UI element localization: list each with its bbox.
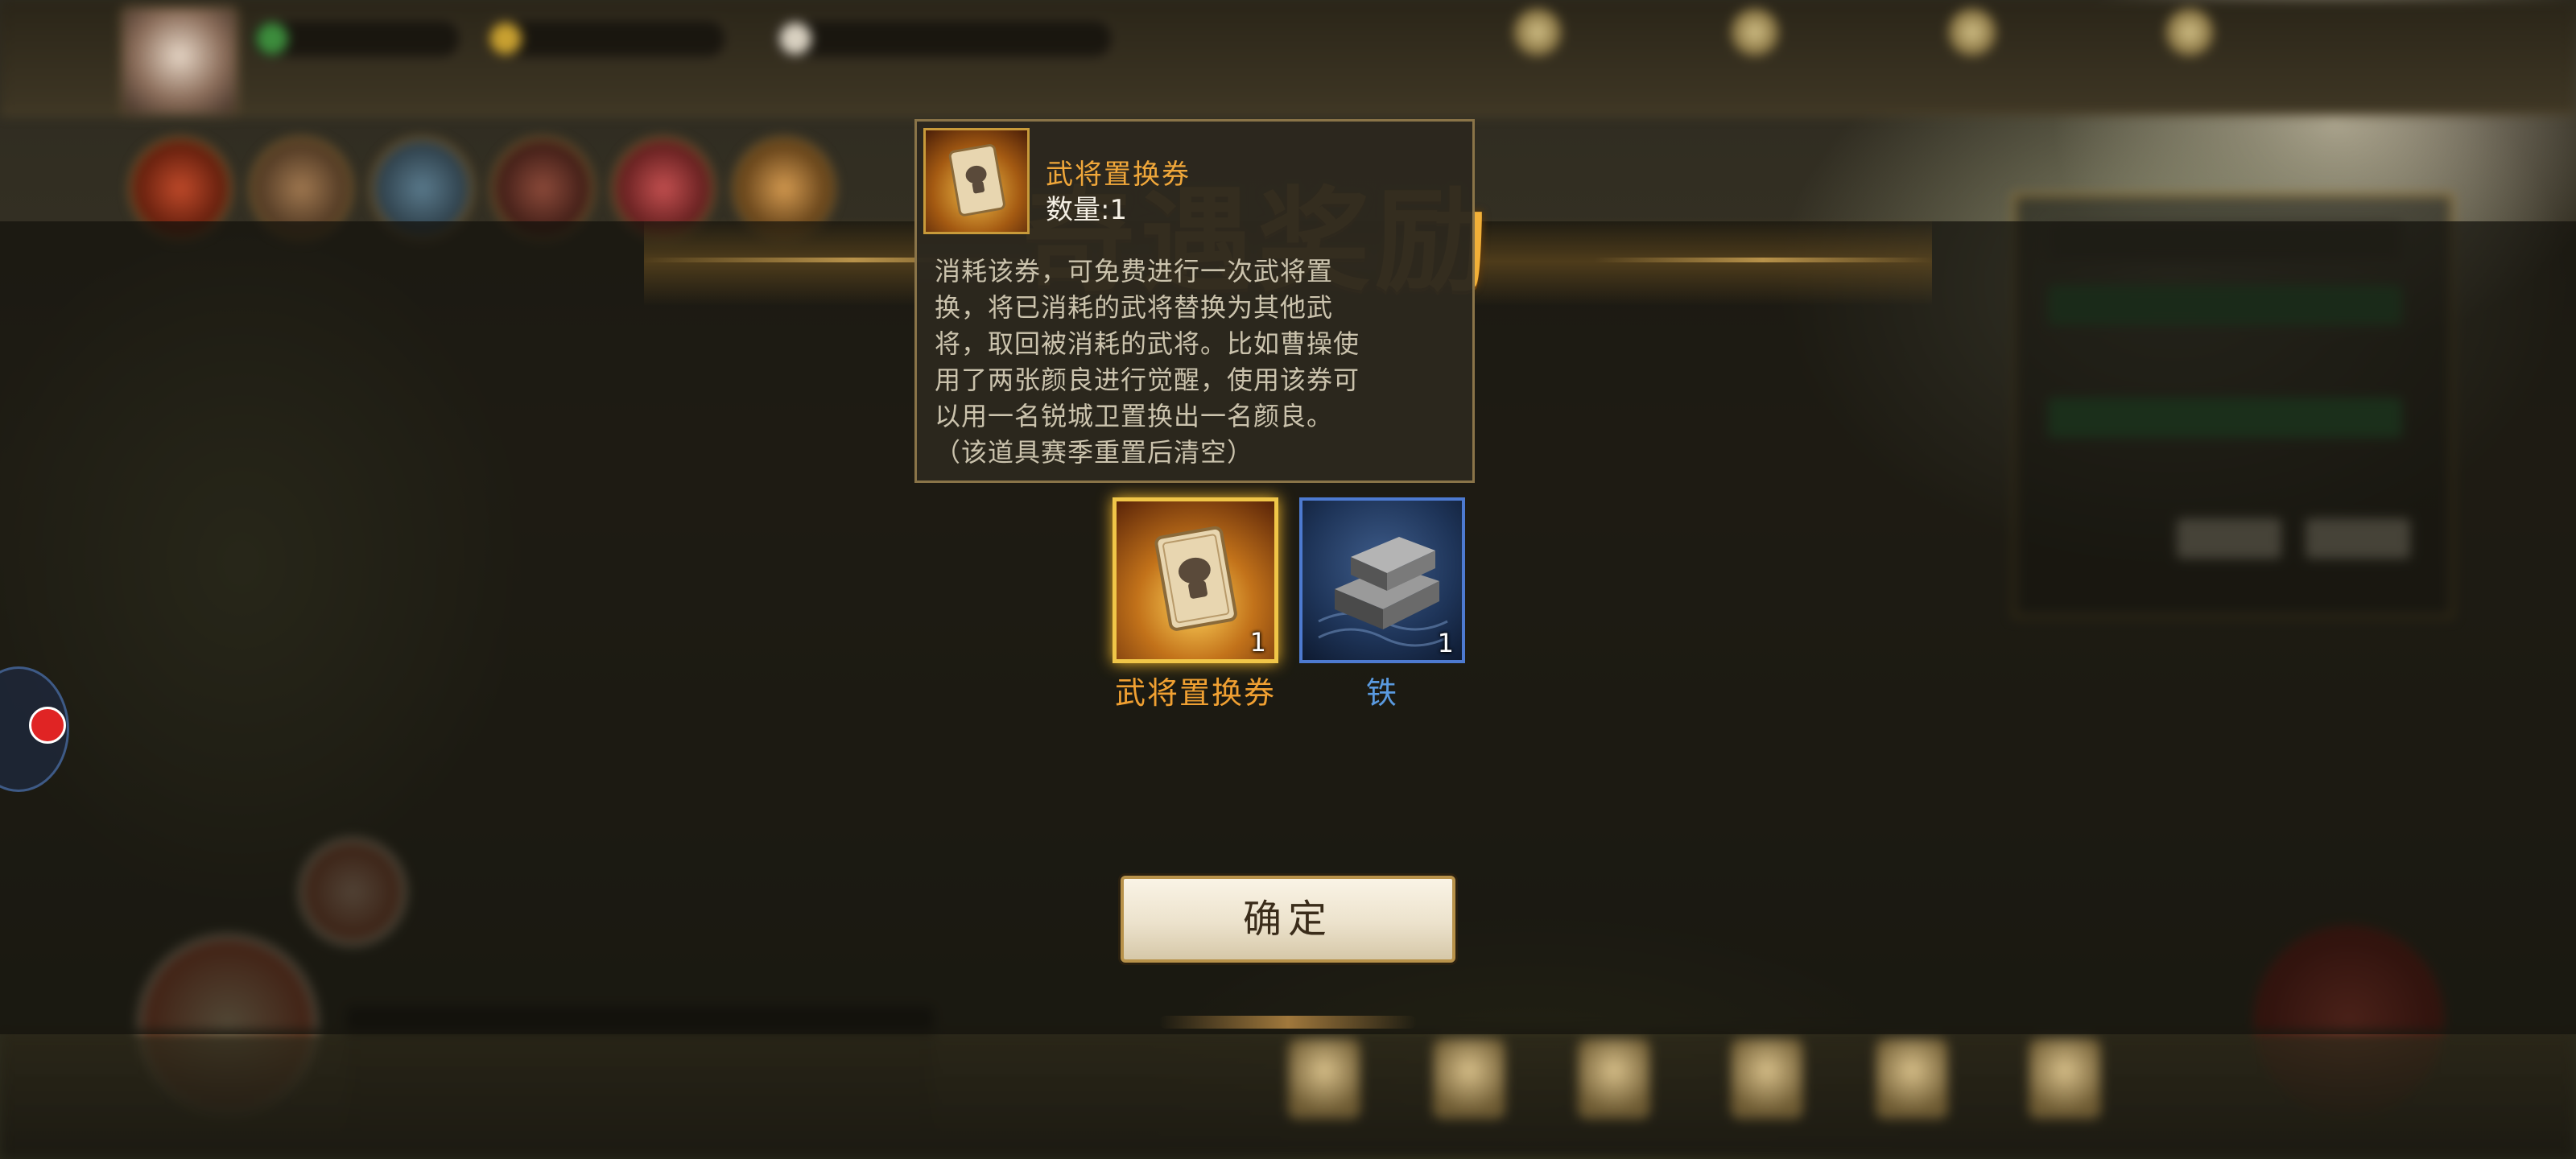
- tooltip-item-description: 消耗该券，可免费进行一次武将置 换，将已消耗的武将替换为其他武 将，取回被消耗的…: [935, 256, 1360, 468]
- tooltip-item-quantity: 数量:1: [1046, 194, 1128, 226]
- reward-count: 1: [1249, 627, 1266, 658]
- resource-icon: [779, 23, 811, 55]
- bottom-nav-icon: [1433, 1038, 1505, 1119]
- bottom-nav-icon: [2029, 1038, 2101, 1119]
- resource-icon: [256, 23, 288, 55]
- bottom-nav-icon: [1288, 1038, 1360, 1119]
- resource-pill: [250, 18, 462, 60]
- reward-card-iron[interactable]: 1: [1299, 497, 1465, 663]
- confirm-button[interactable]: 确定: [1121, 876, 1455, 963]
- top-bar-icon: [2165, 8, 2214, 56]
- tooltip-item-name: 武将置换券: [1046, 159, 1191, 191]
- top-resource-bar: [0, 0, 2576, 116]
- bottom-nav-icon: [1876, 1038, 1948, 1119]
- top-bar-icon: [1948, 8, 1996, 56]
- resource-icon: [489, 23, 522, 55]
- modal-bottom-ornament: [1159, 1016, 1417, 1029]
- reward-label: 铁: [1365, 675, 1398, 711]
- general-swap-ticket-icon: [923, 128, 1030, 234]
- bottom-nav-icon: [1578, 1038, 1650, 1119]
- game-screen: 奇遇奖励 1 武将置换券 1 铁: [0, 0, 2576, 1159]
- player-avatar: [121, 6, 238, 116]
- reward-card-general-swap-ticket[interactable]: 1: [1113, 497, 1278, 663]
- notification-dot: [29, 707, 66, 744]
- bottom-nav-icon: [1731, 1038, 1803, 1119]
- resource-pill: [773, 18, 1114, 60]
- reward-count: 1: [1437, 628, 1454, 658]
- top-bar-icon: [1513, 8, 1562, 56]
- resource-pill: [483, 18, 728, 60]
- top-bar-icon: [1731, 8, 1779, 56]
- banner-ornament: [1594, 258, 1932, 262]
- item-tooltip: 武将置换券 数量:1 消耗该券，可免费进行一次武将置 换，将已消耗的武将替换为其…: [914, 119, 1475, 483]
